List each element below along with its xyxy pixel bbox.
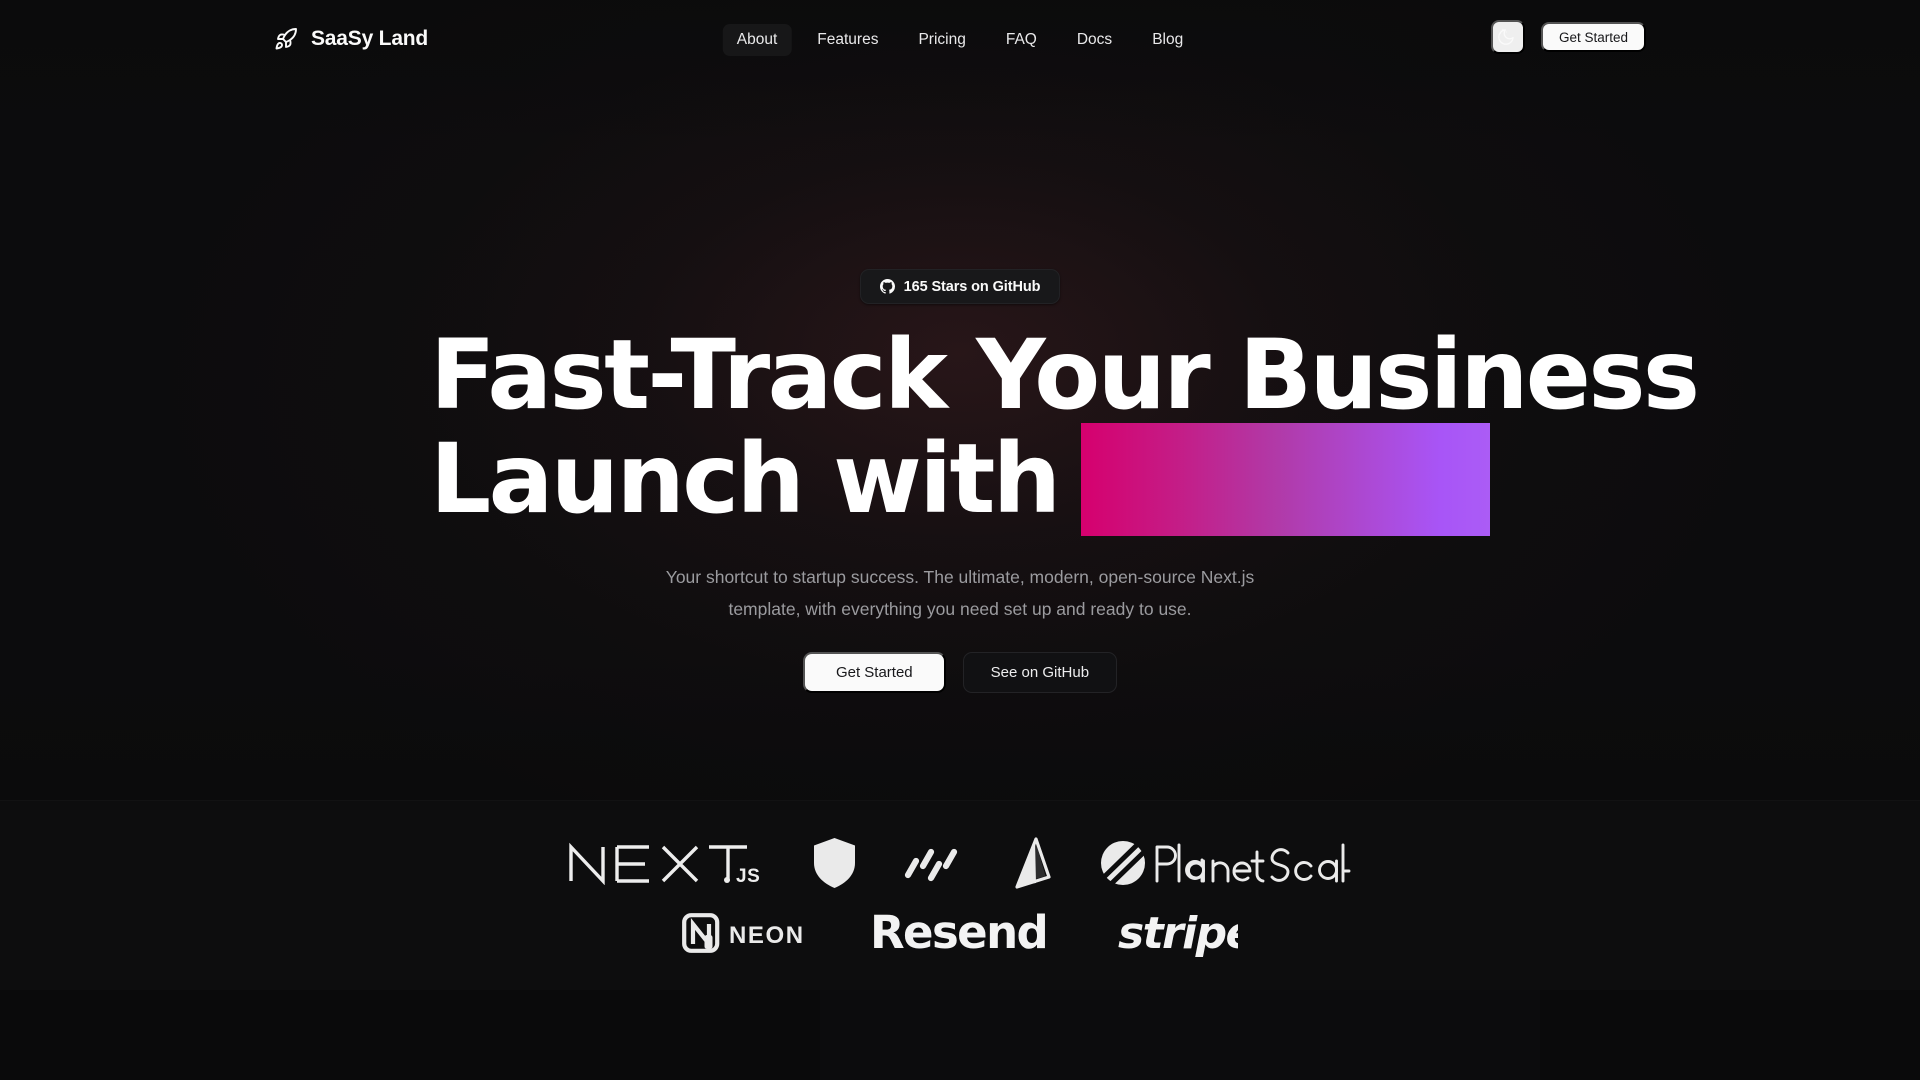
nav-links: About Features Pricing FAQ Docs Blog <box>722 24 1197 56</box>
tech-logos-band: JS NEON Resend strip <box>0 800 1920 990</box>
shield-logo <box>813 838 855 888</box>
nextjs-logo: JS <box>567 841 766 885</box>
drizzle-logo <box>903 841 961 885</box>
theme-toggle-button[interactable] <box>1490 20 1525 54</box>
nav-item-features[interactable]: Features <box>803 24 892 56</box>
neon-logo: NEON <box>682 913 818 953</box>
svg-text:stripe: stripe <box>1118 909 1238 957</box>
headline-gradient-word: SaaSy Land <box>1080 423 1490 537</box>
nav-item-faq[interactable]: FAQ <box>992 24 1051 56</box>
planetscale-logo: PlanetScale <box>1099 839 1354 887</box>
hero-cta-row: Get Started See on GitHub <box>802 652 1118 694</box>
svg-text:JS: JS <box>736 866 760 885</box>
navbar: SaaSy Land About Features Pricing FAQ Do… <box>0 0 1920 78</box>
prisma-logo <box>1009 837 1051 889</box>
headline-line-2-prefix: Launch with <box>430 423 1061 536</box>
brand-name: SaaSy Land <box>311 27 429 50</box>
resend-logo: Resend <box>870 909 1066 957</box>
hero-subtitle: Your shortcut to startup success. The ul… <box>650 561 1270 625</box>
svg-text:NEON: NEON <box>729 922 805 949</box>
landing-page: SaaSy Land About Features Pricing FAQ Do… <box>0 0 1920 1080</box>
stripe-logo: stripe <box>1118 909 1238 957</box>
navbar-get-started-button[interactable]: Get Started <box>1540 22 1646 52</box>
github-stars-label: 165 Stars on GitHub <box>903 278 1041 295</box>
tech-logos-row-1: JS <box>567 837 1354 889</box>
headline-line-1: Fast-Track Your Business <box>430 319 1700 431</box>
navbar-actions: Get Started <box>1490 20 1646 54</box>
hero-see-on-github-button[interactable]: See on GitHub <box>962 652 1118 694</box>
nav-item-docs[interactable]: Docs <box>1063 24 1126 56</box>
hero-section: 165 Stars on GitHub Fast-Track Your Busi… <box>0 0 1920 800</box>
headline-line-2: Launch with SaaSy Land <box>430 423 1490 537</box>
rocket-icon <box>274 27 298 51</box>
brand-logo[interactable]: SaaSy Land <box>274 22 428 56</box>
nav-item-pricing[interactable]: Pricing <box>904 24 979 56</box>
moon-stars-icon <box>1498 26 1517 48</box>
github-icon <box>879 279 895 294</box>
footer-strip <box>0 990 1920 1080</box>
hero-headline: Fast-Track Your Business Launch with Saa… <box>430 319 1700 537</box>
hero-get-started-button[interactable]: Get Started <box>802 652 946 694</box>
band-divider <box>0 800 1920 801</box>
nav-item-about[interactable]: About <box>722 24 792 56</box>
github-stars-badge[interactable]: 165 Stars on GitHub <box>859 269 1061 304</box>
nav-item-blog[interactable]: Blog <box>1138 24 1197 56</box>
hero-subtitle-line-1: Your shortcut to startup success. The ul… <box>665 567 1196 588</box>
svg-text:Resend: Resend <box>870 909 1047 957</box>
tech-logos-row-2: NEON Resend stripe <box>682 909 1238 957</box>
